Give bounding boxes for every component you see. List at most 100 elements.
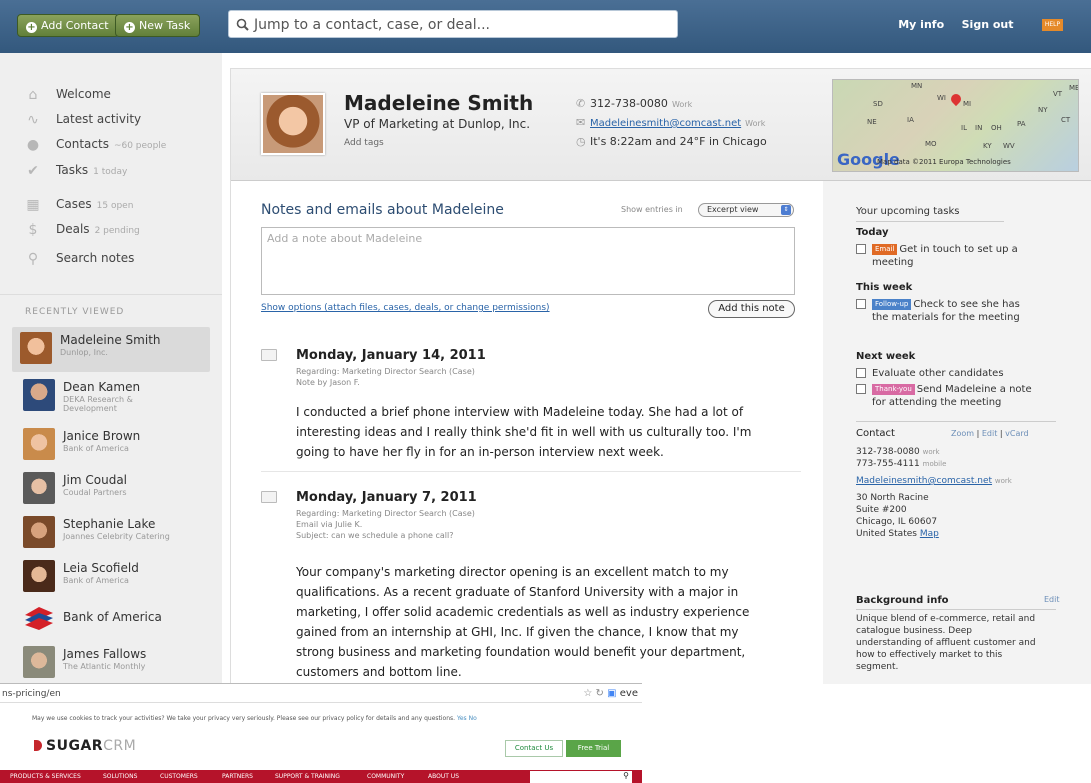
- local-time: It's 8:22am and 24°F in Chicago: [590, 135, 767, 148]
- entry-body: I conducted a brief phone interview with…: [296, 405, 752, 459]
- left-sidebar: ⌂ Welcome ∿ Latest activity ● Contacts ~6…: [0, 53, 222, 683]
- avatar: [23, 516, 55, 548]
- entry-regarding[interactable]: Regarding: Marketing Director Search (Ca…: [296, 366, 475, 377]
- recent-item[interactable]: Stephanie Lake Joannes Celebrity Caterin…: [15, 511, 210, 556]
- task-checkbox[interactable]: [856, 384, 866, 394]
- sugar-nav-bar: PRODUCTS & SERVICES SOLUTIONS CUSTOMERS …: [0, 770, 642, 783]
- background-edit-link[interactable]: Edit: [1044, 595, 1060, 604]
- contact-title: VP of Marketing at Dunlop, Inc.: [344, 117, 531, 131]
- task-item: Email Get in touch to set up a meeting: [856, 243, 1036, 269]
- contact-us-button[interactable]: Contact Us: [505, 740, 563, 757]
- avatar: [20, 332, 52, 364]
- divider: [856, 221, 1004, 222]
- entry-regarding[interactable]: Regarding: Marketing Director Search (Ca…: [296, 508, 475, 519]
- contact-email-link[interactable]: Madeleinesmith@comcast.net: [856, 476, 992, 486]
- task-item: Follow-up Check to see she has the materi…: [856, 298, 1026, 324]
- nav-support[interactable]: SUPPORT & TRAINING: [275, 773, 340, 780]
- contacts-count: ~60 people: [113, 141, 167, 151]
- envelope-icon: ✉: [576, 116, 586, 129]
- nav-partners[interactable]: PARTNERS: [222, 773, 253, 780]
- magnifier-icon: ⚲: [27, 251, 39, 267]
- sign-out-link[interactable]: Sign out: [962, 18, 1014, 31]
- bank-of-america-logo-icon: [25, 607, 53, 630]
- entry-body: Your company's marketing director openin…: [296, 565, 750, 679]
- add-contact-button[interactable]: + Add Contact: [17, 14, 119, 37]
- edit-link[interactable]: Edit: [982, 429, 998, 438]
- view-select[interactable]: Excerpt view ⇕: [698, 203, 794, 217]
- plus-icon: +: [26, 22, 37, 33]
- my-info-link[interactable]: My info: [898, 18, 944, 31]
- contact-name: Madeleine Smith: [344, 91, 534, 115]
- vcard-link[interactable]: vCard: [1005, 429, 1028, 438]
- cookie-no-link[interactable]: No: [469, 715, 477, 722]
- email-icon: [261, 491, 277, 503]
- email-badge: Email: [872, 244, 898, 255]
- cases-count: 15 open: [96, 201, 134, 211]
- notes-heading: Notes and emails about Madeleine: [261, 202, 504, 218]
- recent-item[interactable]: James Fallows The Atlantic Monthly: [15, 641, 210, 686]
- show-options-link[interactable]: Show options (attach files, cases, deals…: [261, 303, 550, 313]
- entry-author: Email via Julie K.: [296, 520, 363, 529]
- tasks-count: 1 today: [93, 167, 128, 177]
- select-arrows-icon: ⇕: [781, 205, 791, 215]
- contact-heading: Contact: [856, 428, 895, 439]
- entry-date: Monday, January 14, 2011: [296, 348, 486, 363]
- avatar: [23, 560, 55, 592]
- free-trial-button[interactable]: Free Trial: [566, 740, 621, 757]
- task-checkbox[interactable]: [856, 244, 866, 254]
- jump-search-input[interactable]: Jump to a contact, case, or deal...: [228, 10, 678, 38]
- recent-item[interactable]: Dean Kamen DEKA Research & Development: [15, 374, 210, 419]
- entry-author: Note by Jason F.: [296, 378, 360, 387]
- recent-item[interactable]: Janice Brown Bank of America: [15, 423, 210, 468]
- nav-community[interactable]: COMMUNITY: [367, 773, 404, 780]
- recent-item[interactable]: Jim Coudal Coudal Partners: [15, 467, 210, 512]
- deals-count: 2 pending: [94, 226, 140, 236]
- email-link[interactable]: Madeleinesmith@comcast.net: [590, 118, 741, 129]
- recent-item[interactable]: Leia Scofield Bank of America: [15, 555, 210, 600]
- nav-products[interactable]: PRODUCTS & SERVICES: [10, 773, 81, 780]
- contact-details: 312-738-0080 work 773-755-4111 mobile Ma…: [856, 447, 1012, 539]
- add-tags-link[interactable]: Add tags: [344, 138, 384, 148]
- search-icon: [236, 18, 249, 31]
- reload-icon[interactable]: ↻: [596, 688, 604, 699]
- recent-item[interactable]: Madeleine Smith Dunlop, Inc.: [12, 327, 210, 372]
- sugarcrm-logo[interactable]: SUGARCRM: [34, 738, 136, 754]
- location-map[interactable]: MN WI MI SD NE IA IL IN OH PA NY MO KY W…: [832, 79, 1079, 172]
- zoom-link[interactable]: Zoom: [951, 429, 974, 438]
- entry-subject: Subject: can we schedule a phone call?: [296, 531, 454, 540]
- new-task-button[interactable]: + New Task: [115, 14, 201, 37]
- contact-actions: Zoom | Edit | vCard: [951, 429, 1029, 438]
- nav-solutions[interactable]: SOLUTIONS: [103, 773, 137, 780]
- task-checkbox[interactable]: [856, 299, 866, 309]
- add-note-button[interactable]: Add this note: [708, 300, 795, 318]
- avatar: [23, 428, 55, 460]
- task-checkbox[interactable]: [856, 368, 866, 378]
- sugar-cube-icon: [34, 740, 42, 751]
- sugar-search-input[interactable]: Search ⚲: [530, 771, 632, 783]
- home-icon: ⌂: [28, 87, 38, 103]
- avatar: [23, 646, 55, 678]
- search-icon: ⚲: [623, 771, 629, 780]
- recently-viewed-heading: RECENTLY VIEWED: [25, 307, 125, 317]
- address-bar[interactable]: ns-pricing/en ☆ ↻ ▣ eve: [0, 686, 642, 703]
- phone-number: 312-738-0080: [590, 97, 668, 110]
- nav-about[interactable]: ABOUT US: [428, 773, 459, 780]
- browser-overlay: ns-pricing/en ☆ ↻ ▣ eve May we use cooki…: [0, 683, 642, 783]
- cookie-yes-link[interactable]: Yes: [457, 715, 467, 722]
- background-heading: Background info: [856, 595, 949, 606]
- star-icon[interactable]: ☆: [583, 688, 592, 699]
- search-placeholder: Jump to a contact, case, or deal...: [254, 17, 490, 33]
- google-search-icon[interactable]: ▣: [607, 688, 616, 699]
- activity-icon: ∿: [27, 112, 39, 128]
- help-button[interactable]: HELP: [1042, 19, 1063, 31]
- clock-icon: ◷: [576, 135, 586, 148]
- divider: [856, 609, 1056, 610]
- map-pin-icon: [948, 91, 964, 107]
- divider: [0, 294, 222, 295]
- task-item: Evaluate other candidates: [856, 367, 1036, 380]
- map-link[interactable]: Map: [920, 529, 939, 539]
- note-textarea[interactable]: Add a note about Madeleine: [261, 227, 795, 295]
- nav-customers[interactable]: CUSTOMERS: [160, 773, 198, 780]
- divider: [261, 471, 801, 472]
- recent-item[interactable]: Bank of America: [15, 596, 210, 641]
